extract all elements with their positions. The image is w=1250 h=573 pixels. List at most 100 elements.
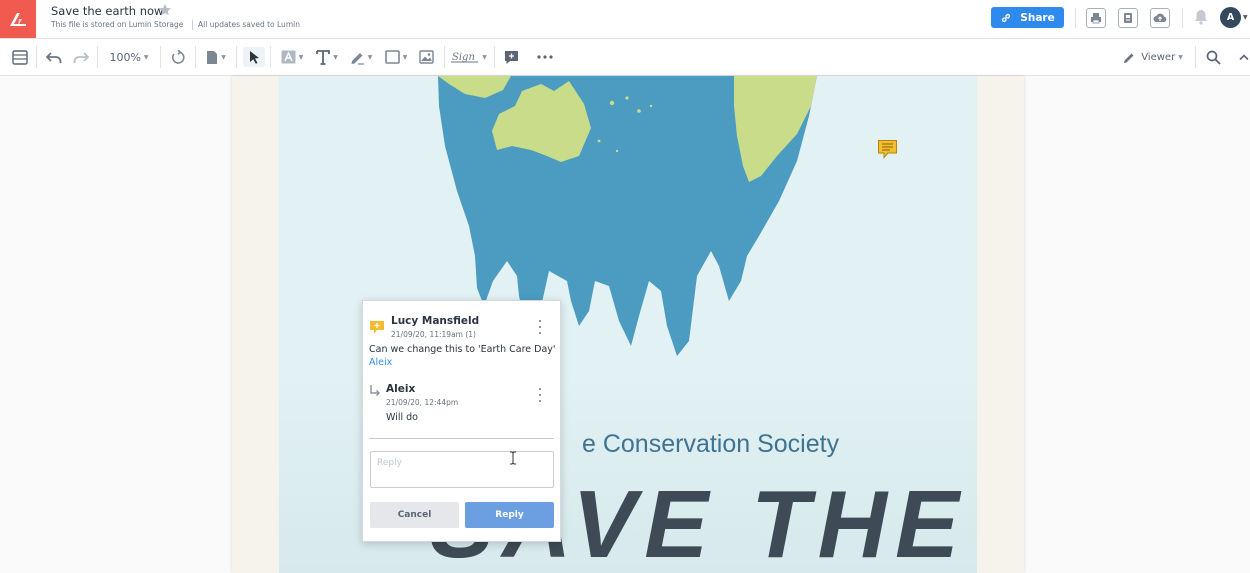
edit-pencil-icon xyxy=(1124,53,1134,63)
divider xyxy=(494,46,495,68)
chevron-down-icon: ▼ xyxy=(143,53,149,61)
undo-icon xyxy=(46,51,62,63)
reply-button[interactable]: Reply xyxy=(465,502,554,528)
chevron-down-icon: ▼ xyxy=(298,53,304,61)
comment-tool-button[interactable] xyxy=(502,47,520,67)
comment-more-button[interactable] xyxy=(535,320,545,334)
island xyxy=(615,149,619,153)
sticky-note-icon xyxy=(370,321,384,334)
sign-tool-button[interactable]: Sign ▼ xyxy=(451,47,487,67)
cancel-button[interactable]: Cancel xyxy=(370,502,459,528)
save-status: All updates saved to Lumin xyxy=(198,20,300,29)
text-highlight-tool[interactable]: ▼ xyxy=(279,47,305,67)
divider xyxy=(160,46,161,68)
redo-button[interactable] xyxy=(72,47,90,67)
zoom-value: 100% xyxy=(109,50,141,64)
document-title[interactable]: Save the earth now xyxy=(51,4,163,18)
share-label: Share xyxy=(1020,11,1055,24)
chevron-up-icon xyxy=(1239,54,1249,61)
reply-input[interactable] xyxy=(370,451,554,488)
reply-more-button[interactable] xyxy=(535,388,545,402)
text-tool-button[interactable]: ▼ xyxy=(314,47,340,67)
share-button[interactable]: Share xyxy=(991,7,1064,28)
search-icon xyxy=(1206,50,1221,65)
chevron-down-icon[interactable]: ▼ xyxy=(1243,14,1248,21)
bell-icon[interactable] xyxy=(1193,8,1209,26)
lumin-logo-icon xyxy=(10,13,26,26)
divider xyxy=(270,46,271,68)
comment-author: Lucy Mansfield xyxy=(391,315,480,327)
reply-author: Aleix xyxy=(386,383,416,395)
divider xyxy=(444,46,445,68)
island xyxy=(625,96,629,100)
reply-arrow-icon xyxy=(370,385,380,396)
chevron-down-icon: ▼ xyxy=(1178,53,1183,61)
thumbnail-panel-button[interactable] xyxy=(11,47,29,67)
image-tool-button[interactable] xyxy=(417,47,435,67)
poster-heading: e Conservation Society xyxy=(582,430,840,458)
cursor-arrow-icon xyxy=(249,51,259,64)
divider xyxy=(236,46,237,68)
collapse-toolbar-button[interactable] xyxy=(1238,47,1250,67)
chevron-down-icon: ▼ xyxy=(221,53,226,61)
undo-button[interactable] xyxy=(45,47,63,67)
reply-text: Will do xyxy=(386,412,418,423)
app-header: Save the earth now This file is stored o… xyxy=(0,0,1250,39)
divider xyxy=(36,46,37,68)
more-tools-button[interactable] xyxy=(535,47,555,67)
rotate-button[interactable] xyxy=(169,47,187,67)
more-horizontal-icon xyxy=(537,55,553,59)
text-icon xyxy=(316,49,331,65)
chevron-down-icon: ▼ xyxy=(402,53,408,61)
comment-note-icon[interactable] xyxy=(877,139,898,159)
star-icon[interactable] xyxy=(158,3,172,17)
signature-icon: Sign xyxy=(451,52,479,63)
image-icon xyxy=(418,50,434,64)
lumin-logo[interactable] xyxy=(0,0,36,38)
zoom-select[interactable]: 100% ▼ xyxy=(106,47,152,67)
comment-text: Can we change this to 'Earth Care Day' xyxy=(369,344,556,355)
comment-popup: Lucy Mansfield 21/09/20, 11:19am (1) Can… xyxy=(362,300,561,542)
sidebar-toggle-icon xyxy=(12,49,28,65)
viewer-label: Viewer xyxy=(1141,51,1176,63)
add-comment-icon xyxy=(504,50,518,64)
cloud-save-button[interactable] xyxy=(1150,8,1170,28)
island xyxy=(597,139,601,143)
island xyxy=(649,104,653,108)
link-icon xyxy=(1002,13,1011,22)
chevron-down-icon: ▼ xyxy=(333,53,338,61)
reply-timestamp: 21/09/20, 12:44pm xyxy=(386,398,459,407)
shape-tool-button[interactable]: ▼ xyxy=(383,47,409,67)
divider xyxy=(369,438,554,439)
island xyxy=(609,100,615,106)
island xyxy=(637,109,641,113)
svg-text:Sign: Sign xyxy=(452,52,475,63)
comment-mention[interactable]: Aleix xyxy=(369,357,392,368)
viewer-mode-select[interactable]: Viewer ▼ xyxy=(1122,47,1184,67)
divider xyxy=(1075,8,1076,28)
rotate-icon xyxy=(171,49,184,64)
page-icon xyxy=(207,50,218,64)
cloud-upload-icon xyxy=(1153,13,1167,22)
search-button[interactable] xyxy=(1204,47,1222,67)
chevron-down-icon: ▼ xyxy=(482,53,487,61)
redo-icon xyxy=(73,51,89,63)
divider xyxy=(1182,8,1183,28)
storage-note: This file is stored on Lumin Storage xyxy=(51,20,184,29)
rectangle-icon xyxy=(384,50,400,64)
avatar[interactable]: A xyxy=(1220,7,1241,28)
text-cursor-icon xyxy=(510,451,516,465)
text-box-icon xyxy=(281,50,296,64)
divider xyxy=(192,20,193,30)
download-icon xyxy=(1124,13,1132,23)
select-tool-button[interactable] xyxy=(243,47,265,67)
draw-tool-button[interactable]: ▼ xyxy=(348,47,374,67)
comment-timestamp: 21/09/20, 11:19am (1) xyxy=(391,330,476,339)
download-button[interactable] xyxy=(1118,8,1138,28)
divider xyxy=(195,46,196,68)
page-tools-button[interactable]: ▼ xyxy=(203,47,229,67)
print-icon xyxy=(1091,13,1101,24)
print-button[interactable] xyxy=(1086,8,1106,28)
divider xyxy=(1195,46,1196,68)
chevron-down-icon: ▼ xyxy=(367,53,373,61)
